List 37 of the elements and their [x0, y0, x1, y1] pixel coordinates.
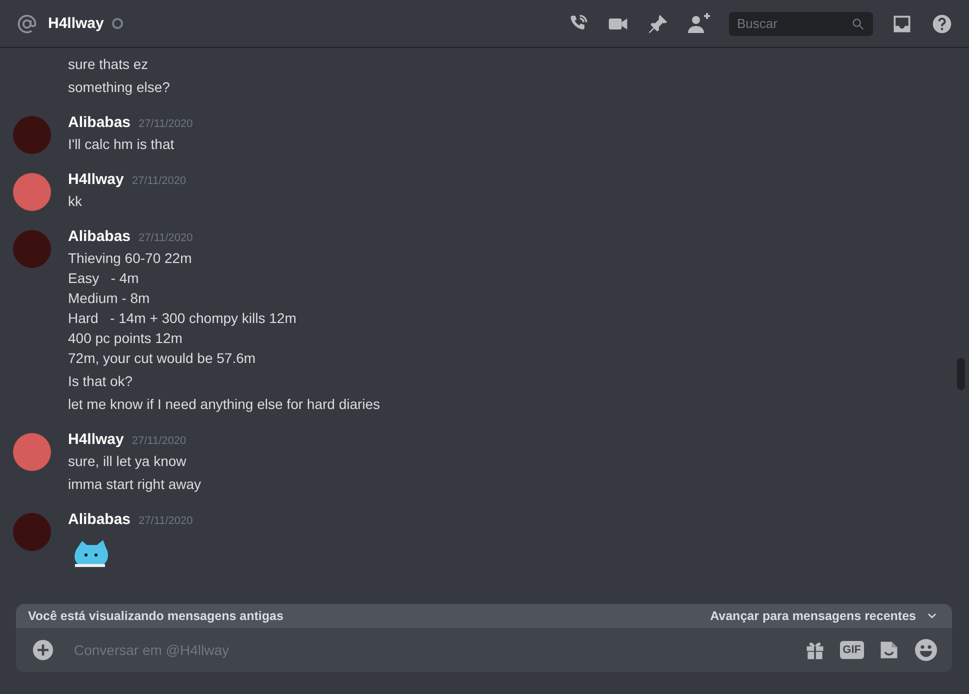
- message-text: sure, ill let ya know: [68, 452, 188, 471]
- add-icon[interactable]: [32, 639, 54, 661]
- author-name[interactable]: Alibabas: [68, 114, 131, 131]
- channel-title: H4llway: [48, 15, 104, 32]
- message-text: kk: [68, 192, 83, 211]
- author-name[interactable]: H4llway: [68, 431, 124, 448]
- search-input[interactable]: Buscar: [735, 15, 851, 32]
- help-icon[interactable]: [931, 12, 953, 34]
- search-field[interactable]: Buscar: [729, 12, 873, 36]
- message-timestamp: 27/11/2020: [138, 515, 193, 527]
- status-dot-icon: [112, 18, 123, 29]
- pin-icon[interactable]: [647, 12, 669, 34]
- author-name[interactable]: Alibabas: [68, 511, 131, 528]
- jump-to-present-link[interactable]: Avançar para mensagens recentes: [710, 609, 938, 623]
- message-timestamp: 27/11/2020: [138, 232, 193, 244]
- message-timestamp: 27/11/2020: [132, 435, 186, 447]
- avatar-image[interactable]: [13, 173, 51, 211]
- author-name[interactable]: H4llway: [68, 171, 124, 188]
- old-messages-notice: Você está visualizando mensagens antigas: [28, 609, 284, 623]
- gif-button[interactable]: GIF: [840, 641, 864, 659]
- message-text: let me know if I need anything else for hard diaries: [68, 395, 380, 414]
- search-icon: [851, 16, 865, 30]
- at-sign-icon: [16, 12, 38, 34]
- add-user-icon[interactable]: [687, 12, 711, 36]
- sticker-icon[interactable]: [878, 639, 900, 661]
- message-text: Thieving 60-70 22m Easy - 4m Medium - 8m Hard - 14m + 300 chompy kills 12m 400 pc points 12m 72m, your cut would be 57.6m: [68, 249, 298, 368]
- message-timestamp: 27/11/2020: [132, 175, 186, 187]
- avatar-image[interactable]: [13, 433, 51, 471]
- message-text: something else?: [68, 78, 170, 97]
- message-text: sure thats ez: [68, 55, 150, 74]
- author-name[interactable]: Alibabas: [68, 228, 131, 245]
- message-text: Is that ok?: [68, 372, 134, 391]
- message-timestamp: 27/11/2020: [138, 118, 193, 130]
- message-text: I'll calc hm is that: [68, 135, 176, 154]
- message-text: imma start right away: [68, 475, 202, 494]
- emoji-icon[interactable]: [914, 638, 938, 662]
- scrollbar-thumb[interactable]: [957, 358, 965, 390]
